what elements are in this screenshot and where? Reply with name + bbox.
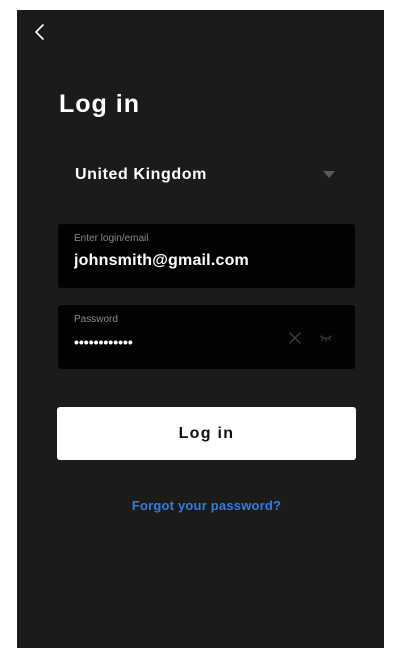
- login-screen: Log in United Kingdom Enter login/email …: [17, 10, 384, 648]
- password-field[interactable]: Password: [58, 305, 355, 369]
- email-input[interactable]: [74, 251, 339, 271]
- email-field[interactable]: Enter login/email: [58, 224, 355, 288]
- back-chevron-icon[interactable]: [31, 22, 51, 42]
- eye-closed-icon[interactable]: [320, 334, 332, 342]
- caret-down-icon: [323, 171, 335, 178]
- password-field-caption: Password: [74, 314, 118, 325]
- country-select[interactable]: United Kingdom: [75, 160, 337, 190]
- login-button[interactable]: Log in: [57, 407, 356, 460]
- close-icon[interactable]: [289, 332, 301, 344]
- country-selected-label: United Kingdom: [75, 166, 207, 183]
- forgot-password-link[interactable]: Forgot your password?: [17, 498, 396, 513]
- email-field-caption: Enter login/email: [74, 233, 149, 244]
- page-title: Log in: [59, 90, 140, 118]
- password-input[interactable]: [74, 332, 274, 352]
